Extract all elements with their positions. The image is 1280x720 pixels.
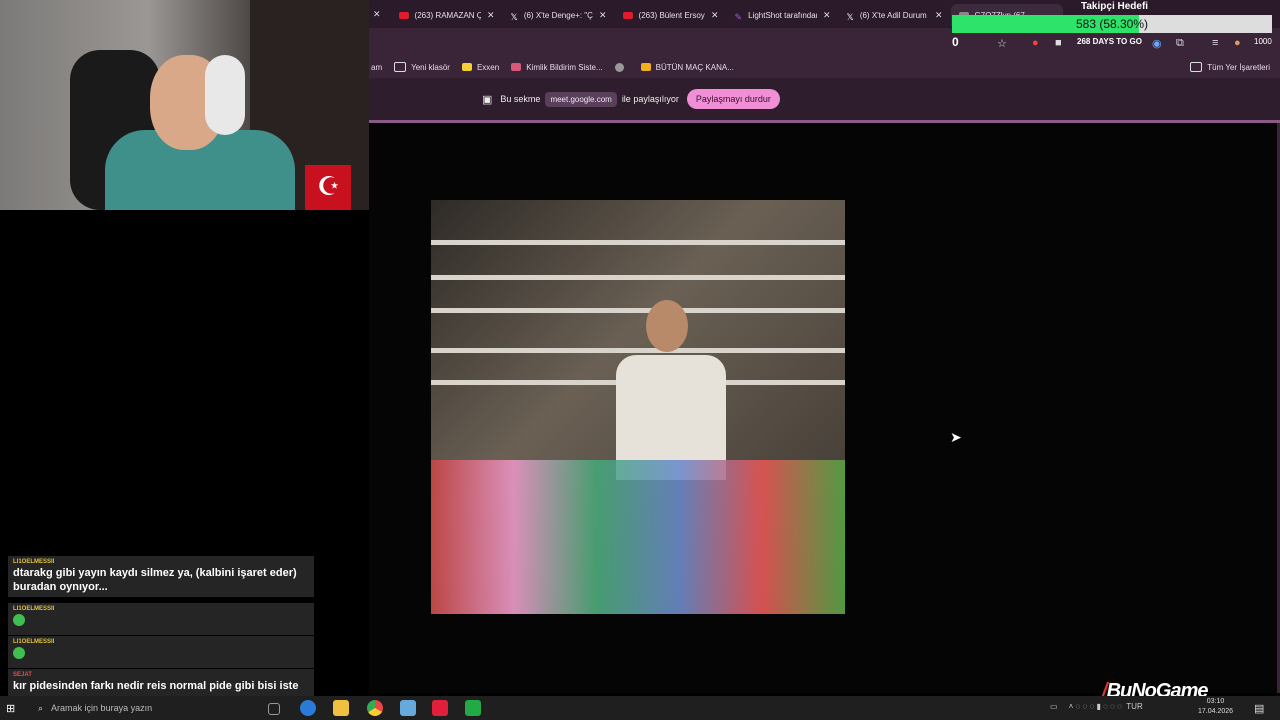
exxen-icon — [461, 63, 472, 71]
counter-value: 0 — [952, 35, 959, 49]
tab-sharing-bar: ▣ Bu sekme meet.google.com ile paylaşılı… — [369, 78, 1280, 123]
bookmark-globe[interactable] — [614, 62, 629, 72]
bookmark-exxen[interactable]: Exxen — [461, 63, 499, 72]
shopkeeper-head — [646, 300, 688, 352]
viewer-count: 1000 — [1254, 37, 1272, 46]
shared-video[interactable] — [431, 200, 845, 614]
stop-sharing-button[interactable]: Paylaşmayı durdur — [686, 89, 780, 109]
chat-message: LI1OELMESSII dtarakg gibi yayın kaydı si… — [8, 556, 314, 597]
clock-date: 17.04.2026 — [1198, 708, 1234, 715]
tray-language: TUR — [1126, 702, 1143, 711]
chat-message: LI1OELMESSII — [8, 636, 314, 668]
headset — [205, 55, 245, 135]
system-tray[interactable]: ▭ ˄ ◌ ◌ ◌ ▮ ◌ ◌ ◌ TUR — [1050, 702, 1143, 711]
ip-icon — [640, 63, 651, 71]
tray-icons: ▭ ˄ ◌ ◌ ◌ ▮ ◌ ◌ ◌ — [1050, 702, 1127, 711]
bookmark-mac-kanal[interactable]: BÜTÜN MAÇ KANA... — [640, 63, 734, 72]
shopkeeper — [616, 300, 726, 480]
share-suffix: ile paylaşılıyor — [621, 94, 679, 104]
windows-start-icon[interactable]: ⊞ — [6, 702, 15, 715]
notepad-icon[interactable] — [400, 700, 416, 716]
browser-tab[interactable]: ✎ LightShot tarafından ✕ — [727, 4, 839, 26]
emote-icon — [13, 614, 25, 626]
search-icon: ⌕ — [38, 702, 44, 713]
chat-message: SEJAT kır pidesinden farkı nedir reis no… — [8, 669, 314, 696]
close-tab-icon[interactable]: ✕ — [711, 10, 719, 21]
notification-icon[interactable]: ▤ — [1254, 702, 1264, 715]
close-tab-icon[interactable]: ✕ — [487, 10, 495, 21]
close-tab-icon[interactable]: ✕ — [823, 10, 831, 21]
webcam-feed: ☪ — [0, 0, 369, 210]
youtube-icon — [398, 11, 409, 19]
extensions-icon[interactable]: ⧉ — [1176, 37, 1184, 50]
chat-text: dtarakg gibi yayın kaydı silmez ya, (kal… — [13, 567, 297, 593]
shelf — [431, 275, 845, 280]
chat-username: SEJAT — [13, 672, 32, 678]
translate-icon[interactable]: ◉ — [1152, 37, 1162, 50]
share-prefix: Bu sekme — [500, 94, 541, 104]
emote-icon — [13, 647, 25, 659]
taskbar-clock[interactable]: 03:10 17.04.2026 — [1198, 697, 1233, 717]
store-counter — [431, 460, 845, 614]
chat-message: LI1OELMESSII — [8, 603, 314, 635]
bookmark-item[interactable]: am — [371, 63, 382, 72]
close-tab-icon[interactable]: ✕ — [599, 10, 607, 21]
chat-username: LI1OELMESSII — [13, 639, 55, 645]
bookmarks-bar: am Yeni klasör Exxen Kimlik Bildirim Sis… — [369, 56, 1280, 78]
feather-icon — [511, 63, 522, 71]
turkish-flag: ☪ — [305, 165, 351, 210]
browser-tab[interactable]: (263) RAMAZAN ÇEL...✕ — [391, 4, 503, 26]
mouse-cursor-icon: ➤ — [950, 429, 962, 445]
bookmark-folder[interactable]: Yeni klasör — [394, 62, 450, 72]
chat-text: kır pidesinden farkı nedir reis normal p… — [13, 680, 299, 692]
chat-username: LI1OELMESSII — [13, 559, 55, 565]
goal-title: Takipçi Hedefi — [1081, 1, 1149, 12]
profile-avatar[interactable]: ● — [1234, 37, 1241, 49]
bookmark-kimlik[interactable]: Kimlik Bildirim Siste... — [511, 63, 603, 72]
feather-icon: ✎ — [734, 11, 743, 22]
crescent-star-icon: ☪ — [317, 171, 341, 201]
browser-tab[interactable]: 𝕏 (6) X'te Adil Durum D ✕ — [839, 4, 951, 26]
reading-list-icon[interactable]: ≡ — [1212, 37, 1218, 49]
chrome-icon[interactable] — [367, 700, 383, 716]
browser-tab[interactable]: (263) Bülent Ersoy ve✕ — [615, 4, 727, 26]
close-tab-icon[interactable]: ✕ — [373, 9, 381, 20]
task-view-icon[interactable] — [268, 703, 280, 715]
taskbar-search-placeholder: Aramak için buraya yazın — [51, 703, 153, 713]
folder-icon — [1190, 62, 1203, 72]
chat-username: LI1OELMESSII — [13, 606, 55, 612]
folder-icon — [394, 62, 407, 72]
x-icon: 𝕏 — [846, 11, 854, 22]
file-explorer-icon[interactable] — [333, 700, 349, 716]
screen-share-icon: ▣ — [482, 93, 493, 106]
opera-icon[interactable] — [432, 700, 448, 716]
share-domain: meet.google.com — [545, 91, 617, 107]
extension-white-icon[interactable]: ■ — [1055, 37, 1062, 49]
all-bookmarks[interactable]: Tüm Yer İşaretleri — [1190, 62, 1270, 72]
star-icon[interactable]: ☆ — [997, 37, 1007, 50]
shelf — [431, 240, 845, 245]
goal-progress-text: 583 (58.30%) — [1075, 17, 1149, 31]
youtube-icon — [622, 11, 633, 19]
taskbar-search[interactable]: ⌕ Aramak için buraya yazın — [34, 698, 260, 718]
goal-progress-bar: 583 (58.30%) — [952, 15, 1272, 33]
extension-red-icon[interactable]: ● — [1032, 37, 1039, 49]
edge-icon[interactable] — [300, 700, 316, 716]
days-to-go-label: 268 DAYS TO GO — [1077, 37, 1142, 46]
app-icon[interactable] — [465, 700, 481, 716]
close-tab-icon[interactable]: ✕ — [935, 10, 943, 21]
browser-tab[interactable]: 𝕏 (6) X'te Denge+: "Çin ✕ — [503, 4, 615, 26]
x-icon: 𝕏 — [510, 11, 518, 22]
globe-icon — [614, 62, 624, 72]
clock-time: 03:10 — [1206, 698, 1225, 705]
